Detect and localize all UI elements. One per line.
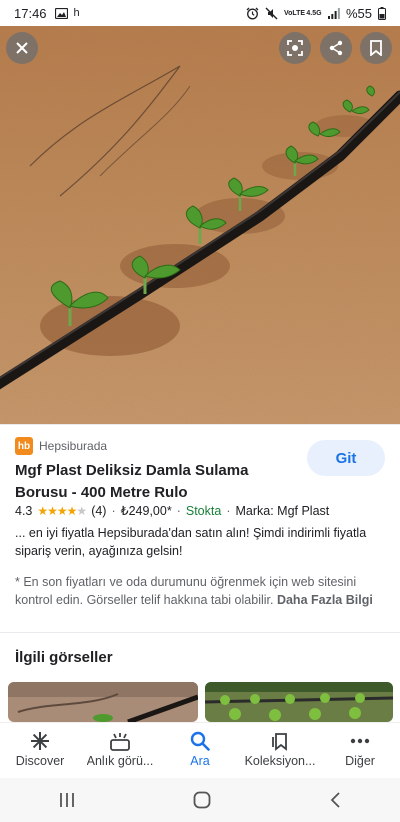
drip-irrigation-photo [0,26,400,424]
system-navigation [0,778,400,822]
more-info-link[interactable]: Daha Fazla Bilgi [277,593,373,607]
collections-icon [272,733,287,751]
gallery-notification-icon [54,7,68,19]
share-icon [329,40,343,56]
related-image-1[interactable] [8,682,198,722]
close-icon [16,42,28,54]
alarm-icon [246,7,259,19]
disclaimer: * En son fiyatları ve oda durumunu öğren… [15,573,375,609]
product-description: ... en iyi fiyatla Hepsiburada'dan satın… [15,526,367,558]
lens-button[interactable] [279,32,311,64]
separator: · [176,503,181,518]
status-time: 17:46 [14,5,47,21]
network-type: 4.5G [306,9,322,17]
volte-label: VoLTE [283,9,306,17]
lens-icon [287,40,303,56]
nav-updates[interactable]: Anlık görü... [80,723,160,776]
bookmark-icon [370,40,382,56]
home-icon[interactable] [193,791,211,809]
updates-icon [110,733,130,751]
rating-value: 4.3 [15,503,33,518]
signal-icon [327,7,340,19]
brand: Marka: Mgf Plast [235,503,330,518]
related-images-heading: İlgili görseller [15,649,113,666]
save-button[interactable] [360,32,392,64]
nav-label: Ara [190,754,210,768]
battery-percent: %55 [345,5,372,21]
hepsiburada-logo-icon: hb [15,437,33,455]
product-image[interactable] [0,26,400,424]
divider [0,424,400,425]
recent-apps-icon[interactable] [58,792,76,808]
status-bar: 17:46 h VoLTE 4.5G %55 [0,0,400,26]
nav-label: Discover [15,754,65,768]
related-photo-2 [205,682,393,722]
related-photo-1 [8,682,198,722]
separator: · [226,503,231,518]
product-title[interactable]: Mgf Plast Deliksiz Damla Sulama Borusu -… [15,460,295,504]
review-count: (4) [91,503,107,518]
close-button[interactable] [6,32,38,64]
nav-label: Anlık görü... [86,754,154,768]
nav-label: Diğer [345,754,375,768]
visit-button[interactable]: Git [307,440,385,476]
nav-discover[interactable]: Discover [0,723,80,776]
source[interactable]: hb Hepsiburada [15,437,107,455]
mute-icon [265,7,278,19]
more-icon [350,738,370,744]
bottom-navigation: Discover Anlık görü... Ara Koleksiyon...… [0,722,400,776]
stock-status: Stokta [185,503,222,518]
nav-label: Koleksiyon... [244,754,316,768]
rating-stars-icon: ★★★★★ [37,503,87,518]
nav-more[interactable]: Diğer [320,723,400,776]
battery-icon [378,6,386,20]
price: ₺249,00* [120,504,172,518]
source-name[interactable]: Hepsiburada [39,439,107,453]
share-button[interactable] [320,32,352,64]
asterisk-icon [31,732,49,750]
divider [0,632,400,633]
nav-collections[interactable]: Koleksiyon... [240,723,320,776]
back-icon[interactable] [328,791,342,809]
carrier-glyph: h [73,7,80,19]
search-icon [190,731,210,751]
nav-search[interactable]: Ara [160,723,240,776]
related-image-2[interactable] [205,682,393,722]
product-meta: 4.3 ★★★★★ (4) · ₺249,00* · Stokta · Mark… [15,503,330,519]
separator: · [111,503,116,518]
